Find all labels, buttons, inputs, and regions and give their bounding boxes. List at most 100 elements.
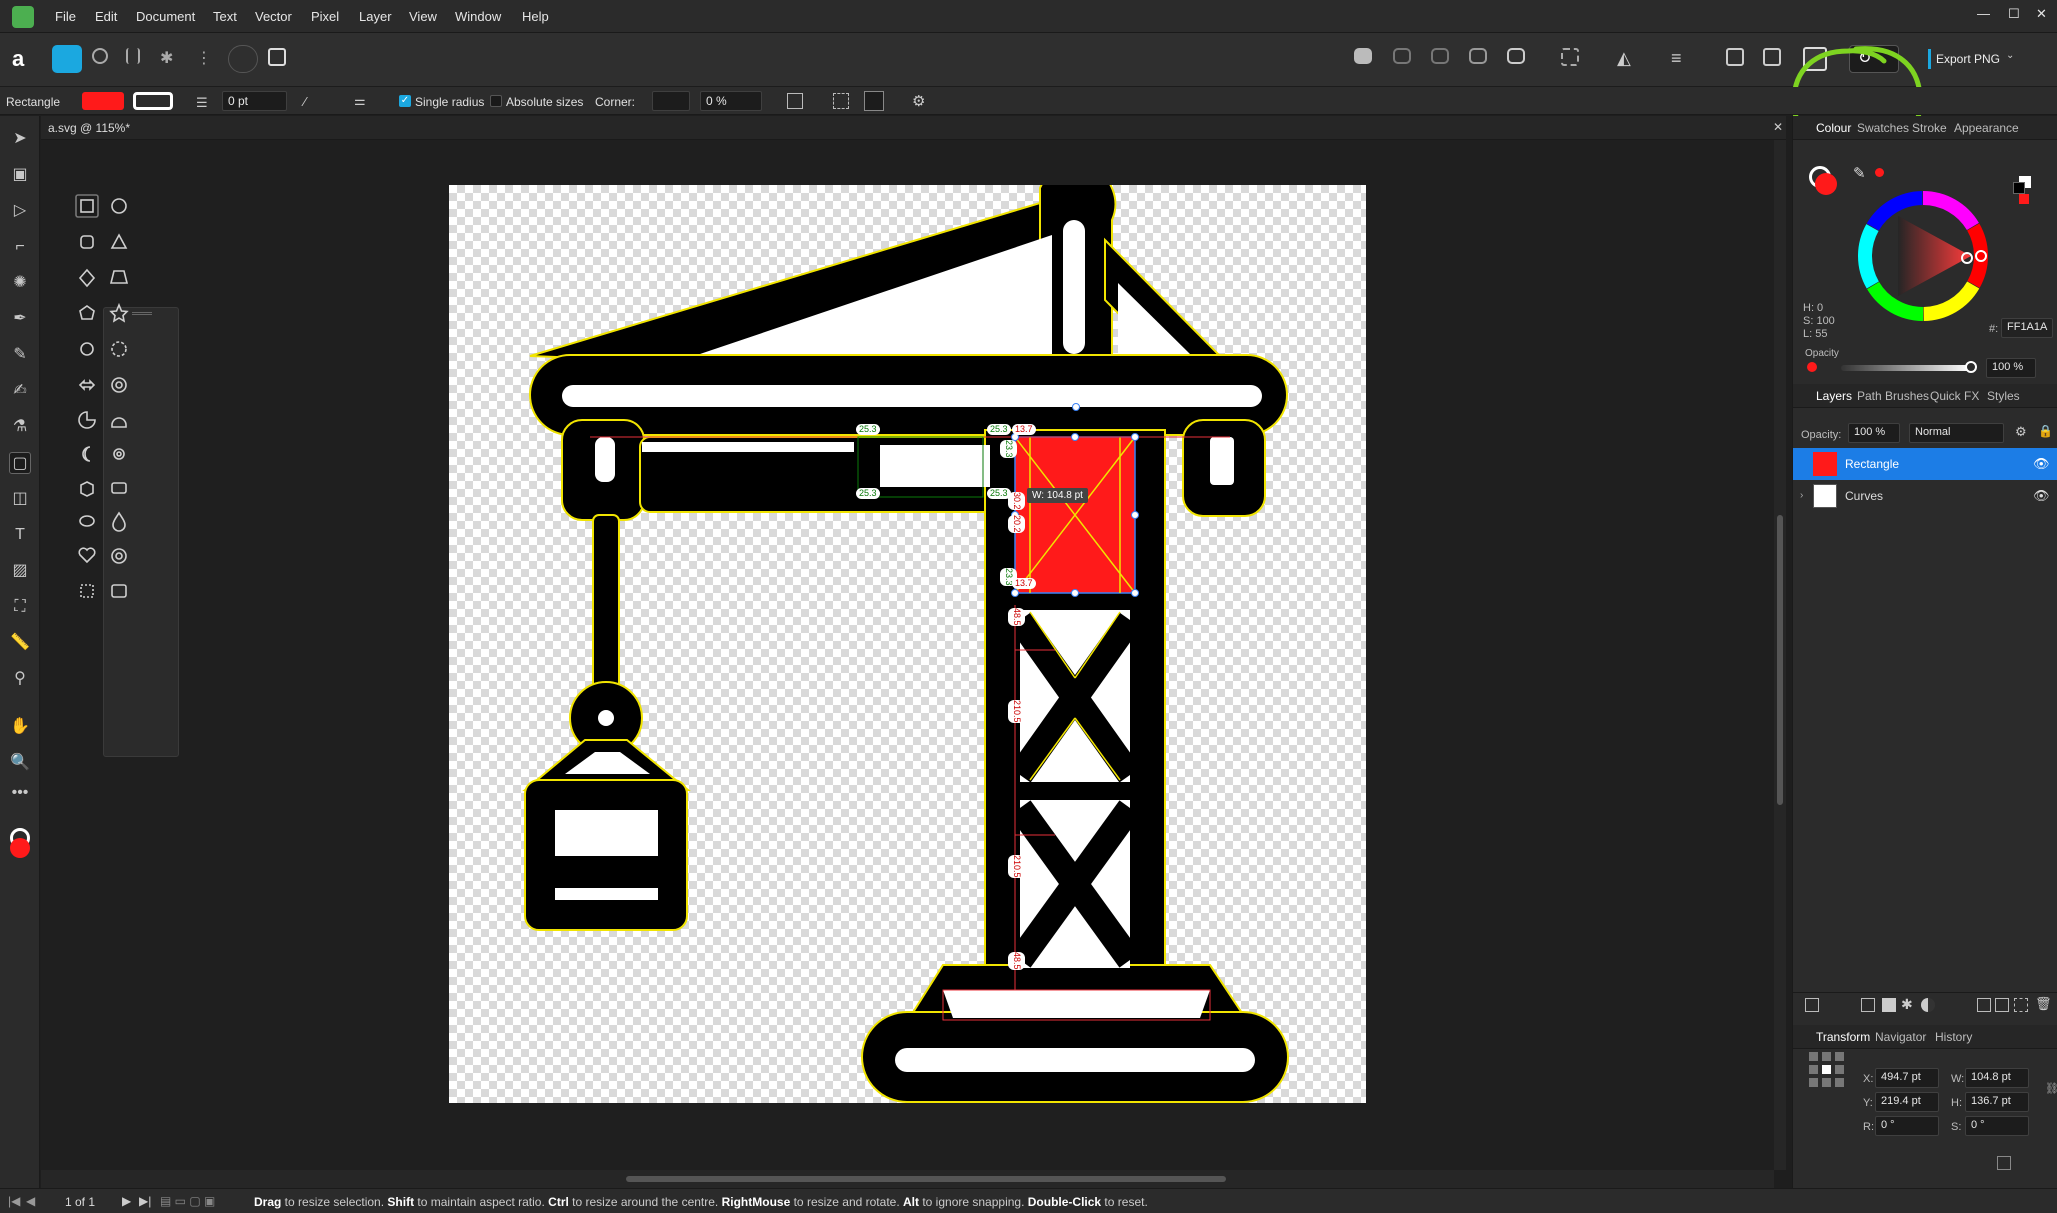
resize-handle-tr[interactable] <box>1131 433 1139 441</box>
menu-file[interactable]: File <box>55 9 76 24</box>
export-png-button[interactable]: Export PNG <box>1936 52 2000 66</box>
maximize-button[interactable]: ☐ <box>2008 6 2020 22</box>
boolean-divide-icon[interactable] <box>1507 48 1525 64</box>
fx-icon[interactable]: ✱ <box>1901 996 1913 1013</box>
default-black-swatch[interactable] <box>2013 182 2025 194</box>
add-pixel-layer-icon[interactable] <box>1995 998 2009 1012</box>
shape-builder-icon[interactable]: ✺ <box>9 272 31 294</box>
horizontal-scroll-thumb[interactable] <box>626 1176 1226 1182</box>
tab-appearance[interactable]: Appearance <box>1954 121 2019 135</box>
designer-persona-icon[interactable] <box>52 45 82 73</box>
tab-layers[interactable]: Layers <box>1816 389 1852 403</box>
last-page-icon[interactable]: ▶| <box>139 1194 151 1208</box>
stroke-width-field[interactable]: 0 pt <box>222 91 287 111</box>
stroke-options-icon[interactable]: ⚌ <box>354 93 366 109</box>
add-layer-icon[interactable] <box>2014 998 2028 1012</box>
prev-page-icon[interactable]: ◀ <box>26 1194 35 1208</box>
tab-path-brushes[interactable]: Path Brushes <box>1857 389 1929 403</box>
art-text-icon[interactable]: T <box>9 524 31 546</box>
layer-name[interactable]: Curves <box>1845 489 1883 503</box>
measure-tool-icon[interactable]: 📏 <box>9 632 31 654</box>
colour-wheel[interactable] <box>1853 186 1993 326</box>
flip-horizontal-icon[interactable]: ◭ <box>1617 48 1639 70</box>
assistant-icon[interactable] <box>228 45 258 73</box>
menu-edit[interactable]: Edit <box>95 9 117 24</box>
move-tool-icon[interactable]: ➤ <box>9 128 31 150</box>
frame-text-icon[interactable]: ◫ <box>9 488 31 510</box>
stroke-swatch[interactable] <box>133 92 173 110</box>
align-icon[interactable]: ≡ <box>1671 48 1693 70</box>
pen-tool-icon[interactable]: ✒ <box>9 308 31 330</box>
layer-row-rectangle[interactable]: Rectangle 👁 <box>1793 448 2057 480</box>
document-title[interactable]: a.svg @ 115%* <box>48 121 130 135</box>
w-field[interactable]: 104.8 pt <box>1965 1068 2029 1088</box>
menu-pixel[interactable]: Pixel <box>311 9 339 24</box>
more-tools-icon[interactable]: ••• <box>9 782 31 804</box>
layer-row-curves[interactable]: › Curves 👁 <box>1793 480 2057 512</box>
fill-swatch[interactable] <box>82 92 124 110</box>
layer-settings-gear-icon[interactable]: ⚙ <box>2015 424 2027 440</box>
boolean-add-icon[interactable] <box>1354 48 1372 64</box>
y-field[interactable]: 219.4 pt <box>1875 1092 1939 1112</box>
close-window-button[interactable]: ✕ <box>2036 6 2047 22</box>
opacity-slider[interactable] <box>1841 365 1971 371</box>
menu-window[interactable]: Window <box>455 9 501 24</box>
settings-gear-icon[interactable]: ⚙ <box>912 92 925 110</box>
select-object-icon[interactable] <box>864 91 884 111</box>
grid-icon[interactable] <box>268 48 286 66</box>
next-page-icon[interactable]: ▶ <box>122 1194 131 1208</box>
opacity-slider-thumb[interactable] <box>1965 361 1977 373</box>
minimize-button[interactable]: — <box>1977 6 1990 21</box>
boolean-intersect-icon[interactable] <box>1431 48 1449 64</box>
fill-tool-icon[interactable]: ⚗ <box>9 416 31 438</box>
transform-frame-icon[interactable] <box>787 93 803 109</box>
tab-styles[interactable]: Styles <box>1987 389 2020 403</box>
fill-layer-icon[interactable] <box>1921 998 1935 1012</box>
menu-help[interactable]: Help <box>522 9 549 24</box>
app-logo-icon[interactable] <box>12 6 34 28</box>
tab-history[interactable]: History <box>1935 1030 1972 1044</box>
blend-mode-select[interactable]: Normal <box>1909 423 2004 443</box>
artboard-tool-icon[interactable]: ▣ <box>9 164 31 186</box>
tab-swatches[interactable]: Swatches <box>1857 121 1909 135</box>
single-radius-checkbox[interactable]: ✓ <box>399 95 411 107</box>
tab-quick-fx[interactable]: Quick FX <box>1930 389 1979 403</box>
rotate-handle[interactable] <box>1072 403 1080 411</box>
menu-document[interactable]: Document <box>136 9 195 24</box>
tab-navigator[interactable]: Navigator <box>1875 1030 1926 1044</box>
anchor-selector[interactable] <box>1809 1052 1849 1092</box>
boolean-subtract-icon[interactable] <box>1393 48 1411 64</box>
tab-transform[interactable]: Transform <box>1816 1030 1870 1044</box>
h-field[interactable]: 136.7 pt <box>1965 1092 2029 1112</box>
menu-text[interactable]: Text <box>213 9 237 24</box>
hand-tool-icon[interactable]: ✋ <box>9 716 31 738</box>
menu-vector[interactable]: Vector <box>255 9 292 24</box>
more-icon[interactable]: ⋮ <box>196 48 218 70</box>
resize-handle-br[interactable] <box>1131 589 1139 597</box>
rectangle-tool-icon[interactable]: ▢ <box>9 452 31 474</box>
grid-snap-icon[interactable] <box>833 93 849 109</box>
snap-icon[interactable] <box>1763 48 1781 66</box>
mask-icon[interactable] <box>1861 998 1875 1012</box>
visibility-eye-icon[interactable]: 👁 <box>2033 488 2050 504</box>
rotation-field[interactable]: 0 ° <box>1875 1116 1939 1136</box>
zoom-tool-icon[interactable]: 🔍 <box>9 752 31 774</box>
tab-stroke[interactable]: Stroke <box>1912 121 1947 135</box>
fill-color-well[interactable] <box>10 838 30 858</box>
stroke-style-icon[interactable]: ☰ <box>196 95 208 111</box>
fill-colour-well[interactable] <box>1815 173 1837 195</box>
tab-colour[interactable]: Colour <box>1816 121 1851 135</box>
x-field[interactable]: 494.7 pt <box>1875 1068 1939 1088</box>
brush-tool-icon[interactable]: ✍ <box>9 380 31 402</box>
layer-name[interactable]: Rectangle <box>1845 457 1899 471</box>
pressure-icon[interactable]: ⁄ <box>304 94 306 109</box>
transform-options-icon[interactable] <box>1997 1156 2011 1170</box>
vertical-scrollbar[interactable] <box>1774 140 1786 1170</box>
layer-opacity-field[interactable]: 100 % <box>1848 423 1900 443</box>
export-persona-icon[interactable] <box>126 48 140 64</box>
corner-value-field[interactable]: 0 % <box>700 91 762 111</box>
colour-opacity-field[interactable]: 100 % <box>1986 358 2036 378</box>
node-tool-icon[interactable]: ▷ <box>9 200 31 222</box>
sparkle-icon[interactable]: ✱ <box>160 48 182 70</box>
vertical-scroll-thumb[interactable] <box>1777 515 1783 805</box>
